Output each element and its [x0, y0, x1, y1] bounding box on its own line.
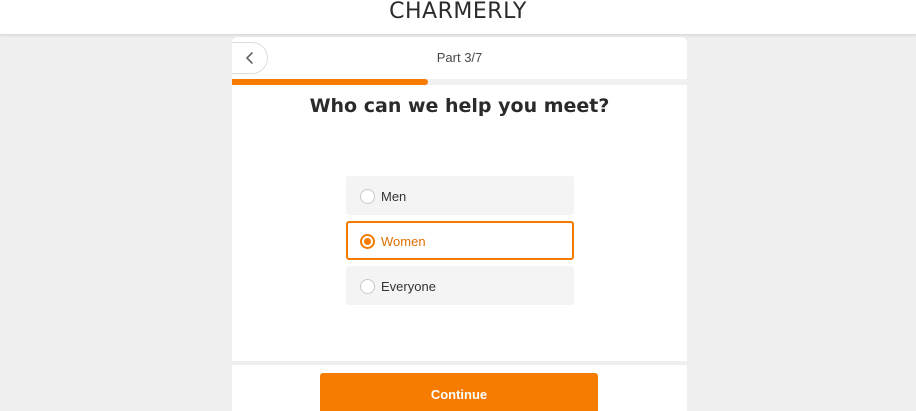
radio-button[interactable] [360, 234, 375, 249]
continue-button[interactable]: Continue [320, 373, 598, 411]
question-title: Who can we help you meet? [309, 95, 610, 117]
top-bar: CHARMERLY [0, 0, 916, 35]
radio-button[interactable] [360, 279, 375, 294]
question-card: Who can we help you meet? Men Women Ever… [232, 85, 687, 361]
option-label: Women [381, 234, 426, 249]
radio-button[interactable] [360, 189, 375, 204]
card-header: Part 3/7 [232, 37, 687, 79]
option-label: Men [381, 189, 407, 204]
step-indicator: Part 3/7 [436, 50, 483, 65]
option-women[interactable]: Women [346, 221, 574, 260]
option-label: Everyone [381, 279, 436, 294]
brand-logo[interactable]: CHARMERLY [0, 0, 916, 24]
option-men[interactable]: Men [346, 176, 574, 215]
option-everyone[interactable]: Everyone [346, 266, 574, 305]
footer: Continue [232, 365, 687, 411]
